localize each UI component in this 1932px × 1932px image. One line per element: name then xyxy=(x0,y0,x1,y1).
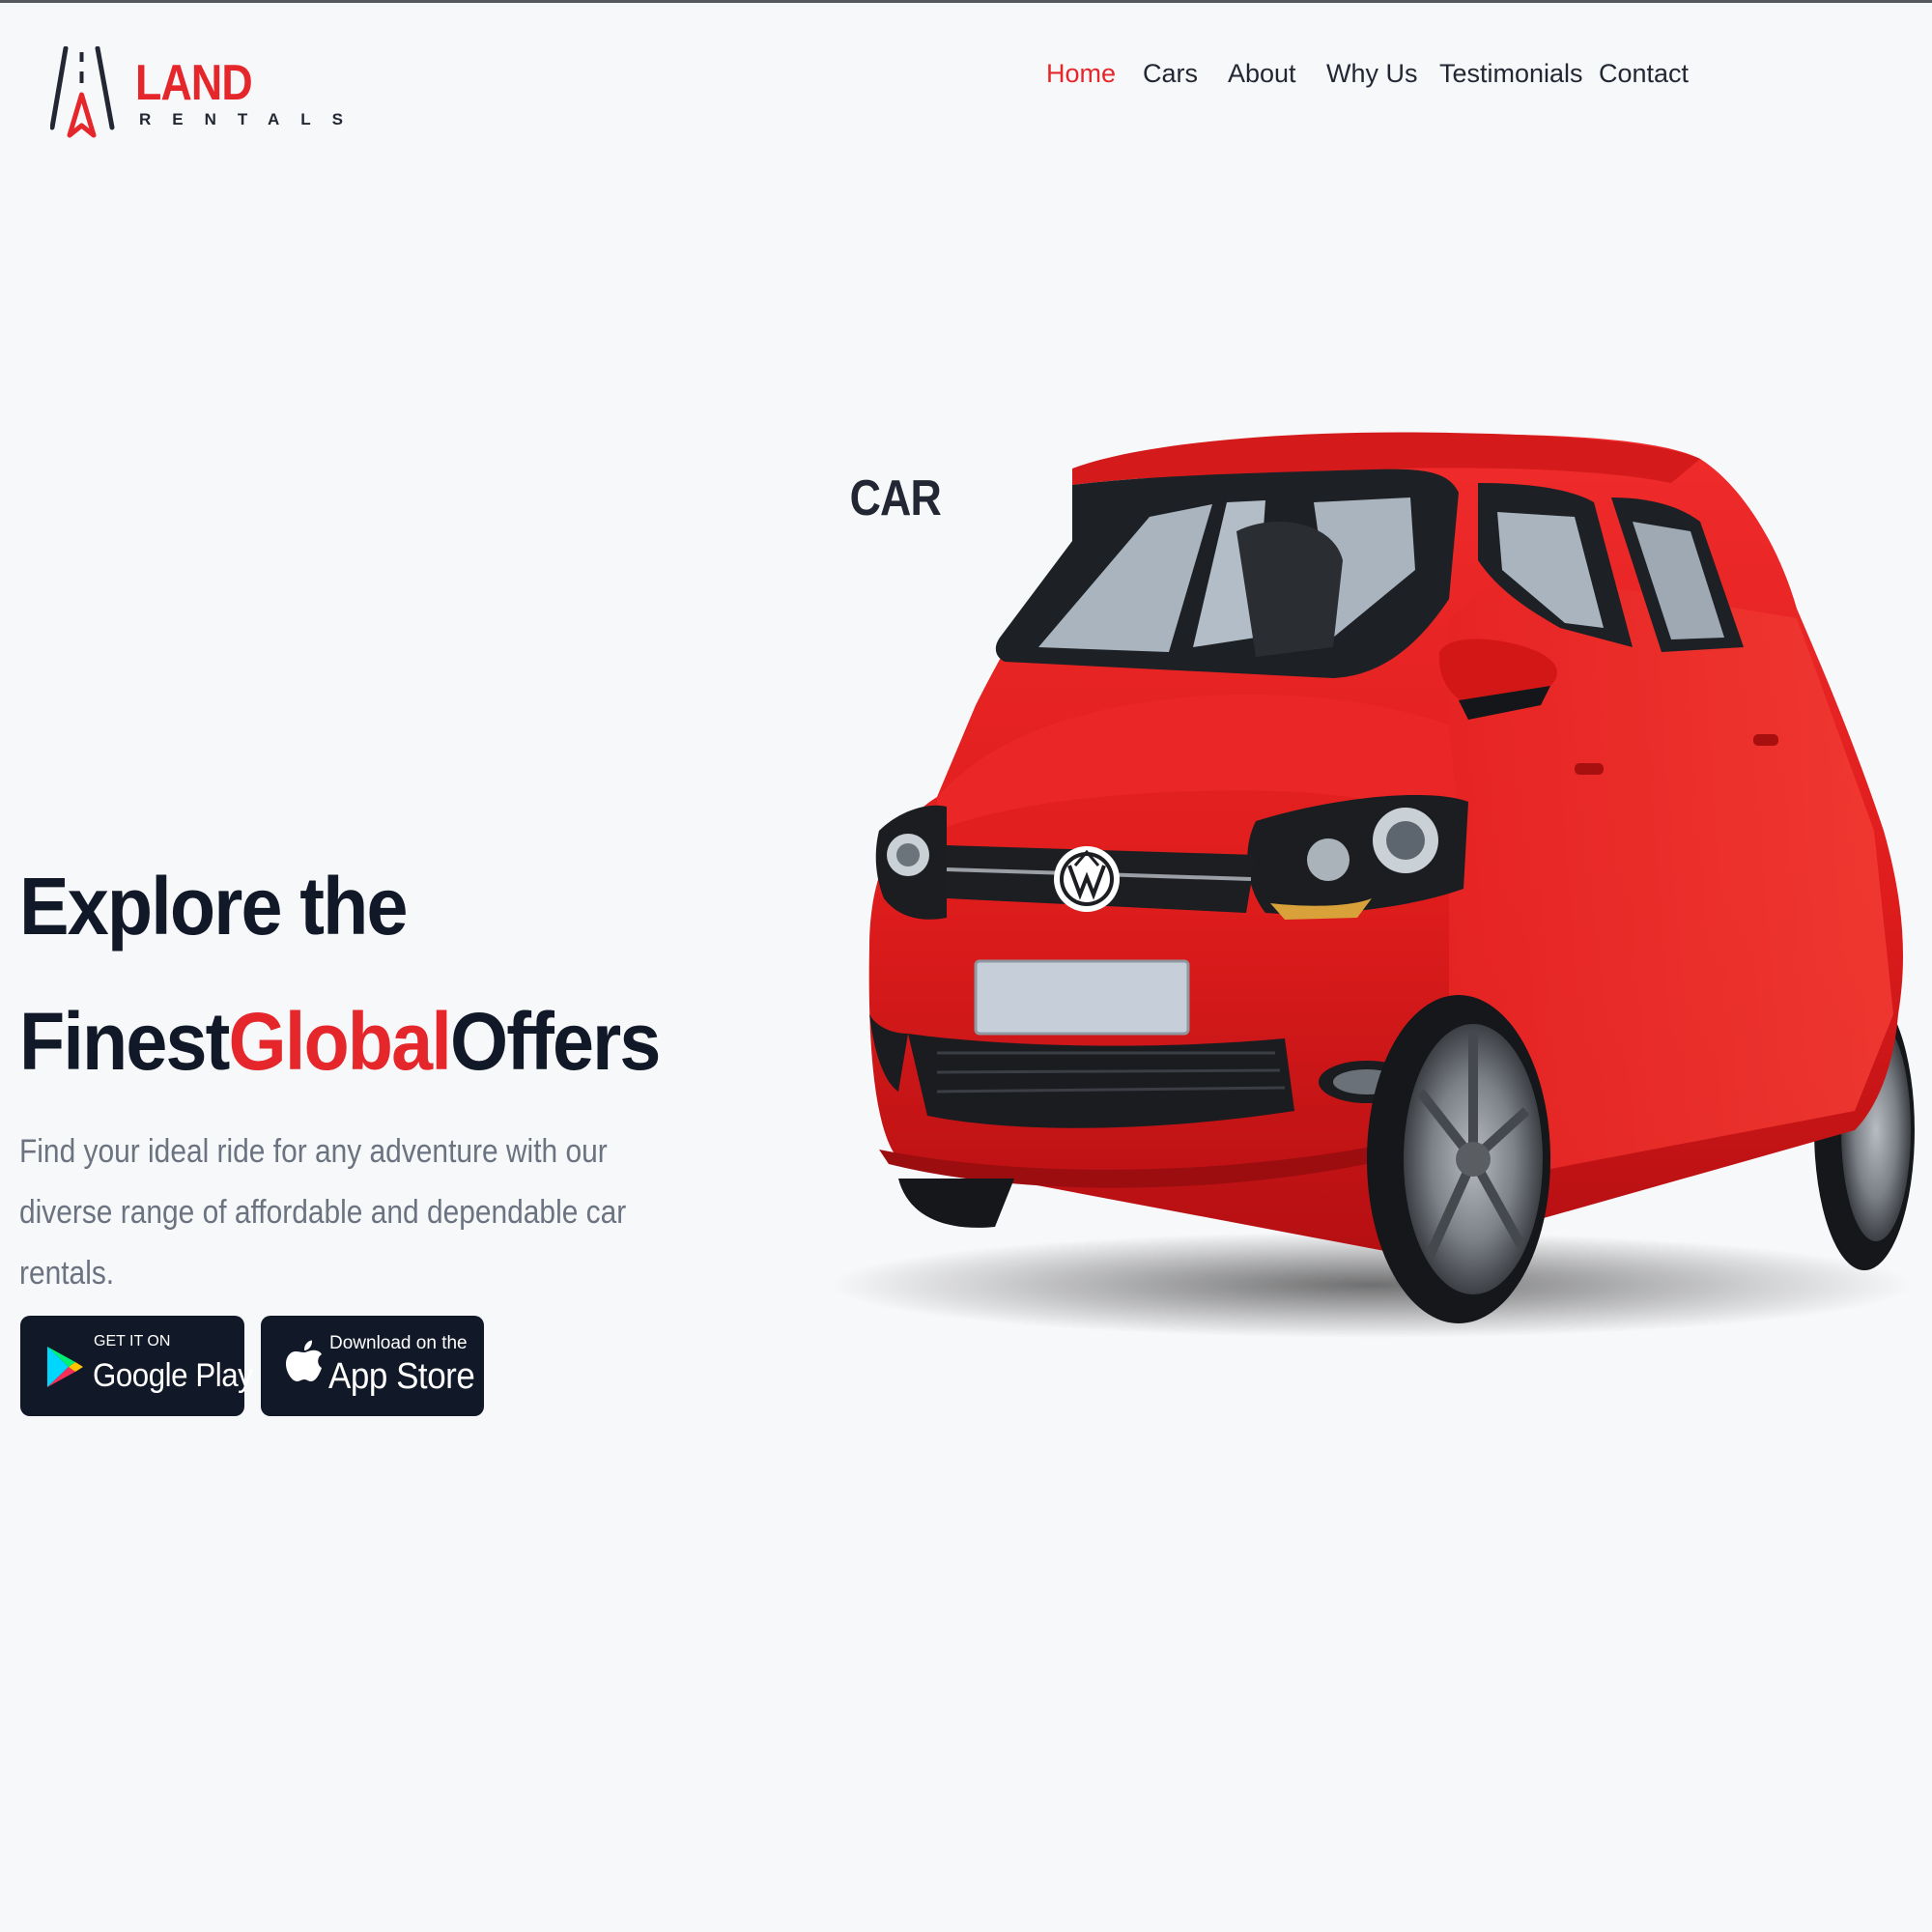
apple-icon xyxy=(286,1340,322,1381)
google-play-button[interactable]: GET IT ON Google Play xyxy=(20,1316,253,1416)
hero-description: Find your ideal ride for any adventure w… xyxy=(19,1133,627,1292)
nav-testimonials[interactable]: Testimonials xyxy=(1439,54,1583,93)
google-play-big-label: Google Play xyxy=(93,1357,253,1394)
nav-about[interactable]: About xyxy=(1228,54,1296,93)
nav-home[interactable]: Home xyxy=(1046,54,1116,93)
hero-title-word1: Finest xyxy=(19,996,230,1087)
hero-title-accent: Global xyxy=(228,996,452,1087)
brand-name: CAR LAND xyxy=(135,55,942,524)
brand-logo[interactable]: CAR LAND RENTALS xyxy=(50,46,942,524)
hero-title-line1: Explore the xyxy=(19,861,408,952)
app-store-big-label: App Store xyxy=(328,1356,475,1397)
red-hatchback-car xyxy=(831,432,1915,1338)
hero-title-word3: Offers xyxy=(449,996,661,1087)
nav-contact[interactable]: Contact xyxy=(1599,54,1689,93)
app-store-small-label: Download on the xyxy=(329,1333,468,1353)
road-icon xyxy=(50,46,115,138)
google-play-icon xyxy=(47,1347,83,1387)
brand-tagline: RENTALS xyxy=(139,110,365,128)
top-border xyxy=(0,0,1932,3)
nav-cars[interactable]: Cars xyxy=(1143,54,1198,93)
google-play-small-label: GET IT ON xyxy=(94,1333,171,1350)
app-store-button[interactable]: Download on the App Store xyxy=(261,1316,484,1416)
brand-name-part2: LAND xyxy=(135,55,253,111)
nav-why-us[interactable]: Why Us xyxy=(1326,54,1418,93)
hero-title: Explore the FinestGlobalOffers xyxy=(19,838,661,1109)
